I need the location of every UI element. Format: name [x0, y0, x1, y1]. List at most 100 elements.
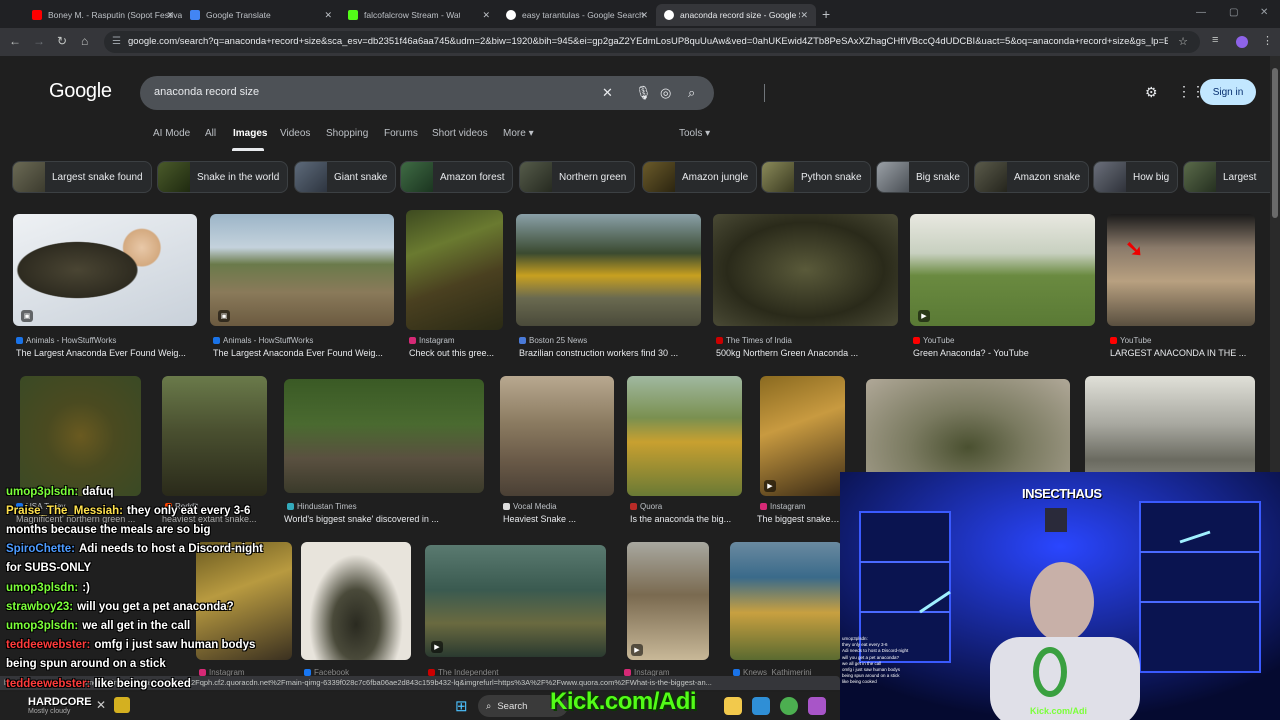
- tab-short-videos[interactable]: Short videos: [432, 128, 488, 139]
- minimize-icon[interactable]: —: [1196, 7, 1206, 18]
- result-image[interactable]: [301, 542, 411, 660]
- chip[interactable]: Amazon jungle: [642, 161, 758, 193]
- result-source[interactable]: Vocal Media: [503, 502, 557, 511]
- scrollbar-thumb[interactable]: [1272, 68, 1278, 218]
- widget-icon[interactable]: [114, 697, 130, 713]
- google-logo[interactable]: Google: [49, 80, 112, 103]
- tools-button[interactable]: Tools ▾: [679, 128, 710, 139]
- result-image[interactable]: [162, 376, 267, 496]
- bookmark-star-icon[interactable]: ☆: [1178, 35, 1188, 48]
- chip[interactable]: Amazon snake: [974, 161, 1090, 193]
- media-icon[interactable]: ≡: [1212, 34, 1218, 46]
- search-box[interactable]: anaconda record size ✕ 🎙 ◎ ⌕: [140, 76, 765, 110]
- close-icon[interactable]: ✕: [166, 10, 174, 21]
- windows-start-icon[interactable]: ⊞: [455, 697, 468, 715]
- forward-icon[interactable]: →: [33, 34, 45, 48]
- result-image[interactable]: ▣: [210, 214, 394, 326]
- result-title[interactable]: 500kg Northern Green Anaconda ...: [716, 348, 896, 358]
- result-image[interactable]: [516, 214, 701, 326]
- result-image[interactable]: ▶: [910, 214, 1095, 326]
- result-image[interactable]: [627, 376, 742, 496]
- file-explorer-icon[interactable]: [724, 697, 742, 715]
- chip[interactable]: Largest snake found: [12, 161, 152, 193]
- search-input[interactable]: anaconda record size: [154, 86, 259, 98]
- chip[interactable]: Largest: [1183, 161, 1270, 193]
- home-icon[interactable]: ⌂: [81, 34, 88, 48]
- browser-tab[interactable]: Boney M. - Rasputin (Sopot Festival 1979…: [24, 4, 182, 26]
- result-source[interactable]: YouTube: [1110, 336, 1151, 345]
- result-title[interactable]: Heaviest Snake ...: [503, 514, 613, 524]
- menu-icon[interactable]: ⋮: [1262, 34, 1273, 47]
- result-image[interactable]: [284, 379, 484, 493]
- result-source[interactable]: Instagram: [760, 502, 806, 511]
- result-image[interactable]: [500, 376, 614, 496]
- result-source[interactable]: Animals - HowStuffWorks: [16, 336, 116, 345]
- chip[interactable]: Big snake: [876, 161, 969, 193]
- result-title[interactable]: World's biggest snake' discovered in ...: [284, 514, 484, 524]
- result-title[interactable]: Check out this gree...: [409, 348, 503, 358]
- close-window-icon[interactable]: ✕: [1260, 7, 1268, 18]
- browser-tab-active[interactable]: anaconda record size - Google Search ✕: [656, 4, 816, 26]
- result-source[interactable]: Animals - HowStuffWorks: [213, 336, 313, 345]
- close-icon[interactable]: ✕: [324, 10, 332, 21]
- result-source[interactable]: Instagram: [409, 336, 455, 345]
- result-title[interactable]: Brazilian construction workers find 30 .…: [519, 348, 699, 358]
- result-source[interactable]: Quora: [630, 502, 662, 511]
- sign-in-button[interactable]: Sign in: [1200, 79, 1256, 105]
- result-source[interactable]: Boston 25 News: [519, 336, 587, 345]
- result-image[interactable]: [406, 210, 503, 330]
- result-title[interactable]: The Largest Anaconda Ever Found Weig...: [16, 348, 196, 358]
- result-image[interactable]: [20, 376, 141, 496]
- close-icon[interactable]: ✕: [96, 698, 106, 712]
- tab-more[interactable]: More ▾: [503, 128, 534, 139]
- browser-tab[interactable]: easy tarantulas - Google Search ✕: [498, 4, 656, 26]
- new-tab-button[interactable]: +: [822, 6, 830, 22]
- reload-icon[interactable]: ↻: [57, 34, 67, 48]
- browser-tab[interactable]: falcofalcrow Stream - Watch Live ✕: [340, 4, 498, 26]
- lens-icon[interactable]: ◎: [660, 85, 671, 101]
- chip[interactable]: Giant snake: [294, 161, 397, 193]
- result-source[interactable]: The Times of India: [716, 336, 792, 345]
- back-icon[interactable]: ←: [9, 34, 21, 48]
- result-image[interactable]: [730, 542, 842, 660]
- tab-shopping[interactable]: Shopping: [326, 128, 368, 139]
- tab-images[interactable]: Images: [233, 128, 267, 139]
- chip[interactable]: Snake in the world: [157, 161, 289, 193]
- app-icon[interactable]: [808, 697, 826, 715]
- result-source[interactable]: YouTube: [913, 336, 954, 345]
- result-image[interactable]: ▶: [425, 545, 606, 657]
- result-title[interactable]: Green Anaconda? - YouTube: [913, 348, 1093, 358]
- site-info-icon[interactable]: ☰: [112, 36, 121, 47]
- store-icon[interactable]: [752, 697, 770, 715]
- result-title[interactable]: The Largest Anaconda Ever Found Weig...: [213, 348, 393, 358]
- result-image[interactable]: ▣: [13, 214, 197, 326]
- tab-videos[interactable]: Videos: [280, 128, 310, 139]
- result-image[interactable]: [713, 214, 898, 326]
- browser-tab[interactable]: Google Translate ✕: [182, 4, 340, 26]
- clear-icon[interactable]: ✕: [602, 85, 613, 101]
- tab-forums[interactable]: Forums: [384, 128, 418, 139]
- chrome-icon[interactable]: [780, 697, 798, 715]
- close-icon[interactable]: ✕: [800, 10, 808, 21]
- tab-ai-mode[interactable]: AI Mode: [153, 128, 190, 139]
- chip[interactable]: Amazon forest: [400, 161, 514, 193]
- profile-avatar[interactable]: [1236, 36, 1248, 48]
- chip[interactable]: Python snake: [761, 161, 871, 193]
- chip[interactable]: How big: [1093, 161, 1179, 193]
- result-image[interactable]: ▶: [627, 542, 709, 660]
- close-icon[interactable]: ✕: [640, 10, 648, 21]
- settings-gear-icon[interactable]: ⚙: [1145, 84, 1158, 101]
- result-image[interactable]: ▶: [760, 376, 845, 496]
- close-icon[interactable]: ✕: [482, 10, 490, 21]
- result-title[interactable]: Is the anaconda the big...: [630, 514, 742, 524]
- weather-widget[interactable]: HARDCORE Mostly cloudy: [28, 696, 92, 715]
- chip[interactable]: Northern green: [519, 161, 636, 193]
- maximize-icon[interactable]: ▢: [1229, 7, 1238, 18]
- address-bar[interactable]: ☰ google.com/search?q=anaconda+record+si…: [104, 31, 1200, 53]
- result-image[interactable]: ➘: [1107, 214, 1255, 326]
- tab-all[interactable]: All: [205, 128, 216, 139]
- result-title[interactable]: The biggest snake I...: [757, 514, 840, 524]
- result-title[interactable]: LARGEST ANACONDA IN THE ...: [1110, 348, 1255, 358]
- microphone-icon[interactable]: 🎙: [635, 85, 652, 101]
- search-icon[interactable]: ⌕: [688, 85, 695, 101]
